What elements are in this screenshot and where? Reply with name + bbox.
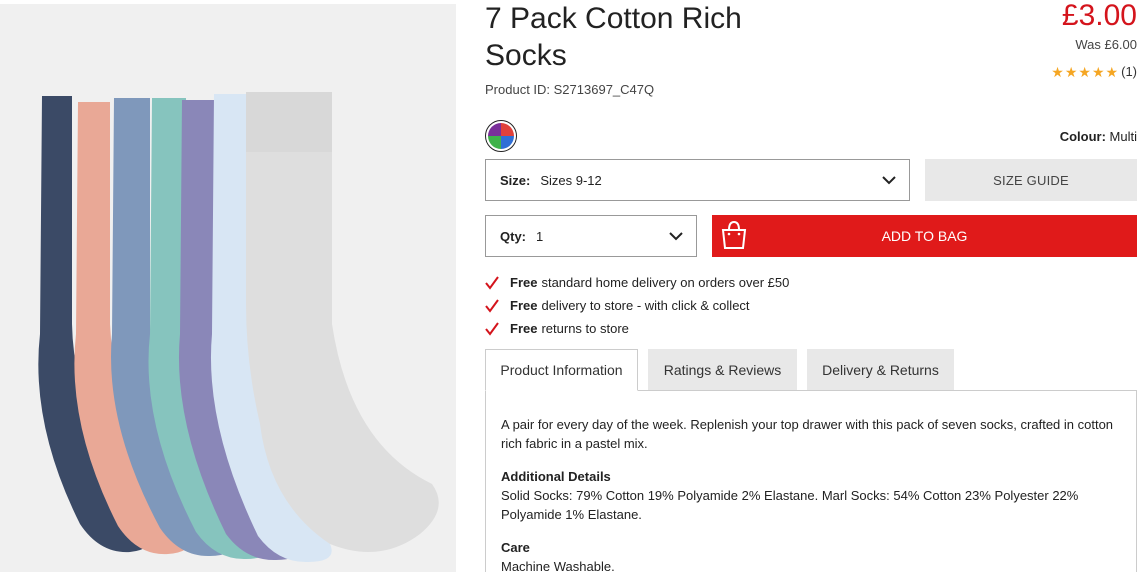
care-details: Care Machine Washable. bbox=[501, 538, 1121, 572]
size-label: Size: bbox=[500, 172, 531, 188]
colour-label-title: Colour: bbox=[1059, 129, 1106, 144]
qty-value: 1 bbox=[536, 228, 544, 244]
product-image[interactable] bbox=[0, 4, 456, 572]
benefit-item: Free standard home delivery on orders ov… bbox=[485, 271, 789, 294]
check-icon bbox=[485, 298, 499, 313]
product-title: 7 Pack Cotton Rich Socks bbox=[485, 2, 742, 72]
check-icon bbox=[485, 275, 499, 290]
benefit-bold: Free bbox=[510, 275, 538, 290]
benefit-bold: Free bbox=[510, 321, 538, 336]
size-value: Sizes 9-12 bbox=[540, 172, 602, 188]
qty-label: Qty: bbox=[500, 228, 526, 244]
delivery-benefits: Free standard home delivery on orders ov… bbox=[485, 271, 789, 340]
benefit-text: standard home delivery on orders over £5… bbox=[541, 275, 790, 290]
current-price: £3.00 bbox=[1061, 0, 1137, 32]
product-information-panel: A pair for every day of the week. Replen… bbox=[485, 390, 1137, 572]
product-tabs: Product Information Ratings & Reviews De… bbox=[485, 349, 964, 391]
benefit-item: Free returns to store bbox=[485, 317, 789, 340]
add-to-bag-label: ADD TO BAG bbox=[881, 228, 968, 244]
was-price: Was £6.00 bbox=[1075, 37, 1137, 52]
rating-count[interactable]: (1) bbox=[1121, 64, 1137, 79]
additional-details-title: Additional Details bbox=[501, 469, 611, 484]
size-guide-button[interactable]: SIZE GUIDE bbox=[925, 159, 1137, 201]
tab-product-information[interactable]: Product Information bbox=[485, 349, 638, 391]
socks-product-image bbox=[0, 4, 456, 572]
care-text: Machine Washable. bbox=[501, 559, 615, 572]
tab-ratings-reviews[interactable]: Ratings & Reviews bbox=[648, 349, 797, 390]
benefit-item: Free delivery to store - with click & co… bbox=[485, 294, 789, 317]
tab-delivery-returns[interactable]: Delivery & Returns bbox=[807, 349, 954, 390]
colour-value: Multi bbox=[1109, 129, 1137, 144]
product-description: A pair for every day of the week. Replen… bbox=[501, 417, 1114, 451]
add-to-bag-button[interactable]: ADD TO BAG bbox=[712, 215, 1137, 257]
product-id: Product ID: S2713697_C47Q bbox=[485, 82, 655, 97]
size-select[interactable]: Size: Sizes 9-12 bbox=[485, 159, 910, 201]
benefit-bold: Free bbox=[510, 298, 538, 313]
star-icon: ★ bbox=[1064, 63, 1078, 80]
additional-details-text: Solid Socks: 79% Cotton 19% Polyamide 2%… bbox=[501, 488, 1079, 522]
shopping-bag-icon bbox=[721, 220, 747, 249]
benefit-text: delivery to store - with click & collect bbox=[541, 298, 750, 313]
star-icon: ★ bbox=[1091, 63, 1105, 80]
multi-colour-swatch-icon[interactable] bbox=[485, 120, 517, 152]
chevron-down-icon bbox=[669, 232, 683, 241]
care-title: Care bbox=[501, 540, 530, 555]
check-icon bbox=[485, 321, 499, 336]
star-icon: ★ bbox=[1078, 63, 1091, 80]
star-icon: ★ bbox=[1105, 63, 1119, 80]
chevron-down-icon bbox=[882, 176, 896, 185]
qty-select[interactable]: Qty: 1 bbox=[485, 215, 697, 257]
colour-label: Colour: Multi bbox=[1060, 129, 1137, 144]
star-icon: ★ bbox=[1051, 63, 1064, 80]
rating[interactable]: ★ ★ ★ ★ ★ (1) bbox=[1051, 64, 1137, 79]
additional-details: Additional Details Solid Socks: 79% Cott… bbox=[501, 467, 1121, 524]
benefit-text: returns to store bbox=[541, 321, 629, 336]
